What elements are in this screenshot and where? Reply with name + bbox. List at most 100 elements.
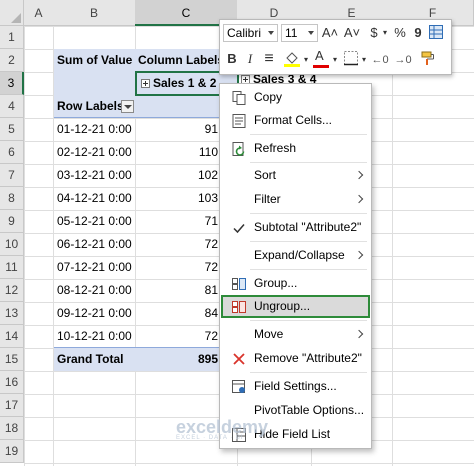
row-label-date[interactable]: 03-12-21 0:00 (57, 168, 132, 182)
chevron-down-icon (268, 31, 274, 35)
row-label-date[interactable]: 10-12-21 0:00 (57, 329, 132, 343)
menu-item-filter[interactable]: Filter (221, 188, 370, 211)
menu-label: Copy (254, 90, 283, 104)
menu-label: Field Settings... (254, 379, 337, 393)
row-header-12[interactable]: 12 (0, 279, 24, 302)
select-all-corner[interactable] (0, 0, 24, 26)
group-icon (232, 278, 246, 290)
row-header-19[interactable]: 19 (0, 440, 24, 463)
menu-item-ungroup[interactable]: Ungroup... (221, 295, 370, 318)
currency-button[interactable]: $ (366, 23, 382, 43)
pivot-value[interactable]: 84 (190, 306, 218, 320)
menu-item-group[interactable]: Group... (221, 272, 370, 295)
row-header-1[interactable]: 1 (0, 26, 24, 49)
row-label-date[interactable]: 07-12-21 0:00 (57, 260, 132, 274)
grand-total-value[interactable]: 895 (190, 352, 218, 366)
table-format-button[interactable] (427, 24, 445, 42)
increase-decimal-icon: ←0 (371, 54, 389, 66)
increase-decimal-button[interactable]: ←0 (369, 50, 391, 70)
close-icon (233, 353, 245, 365)
chevron-down-icon[interactable]: ▾ (302, 50, 310, 70)
menu-item-refresh[interactable]: Refresh (221, 137, 370, 160)
align-button[interactable]: ≡ (260, 49, 278, 69)
chevron-down-icon[interactable]: ▾ (331, 50, 339, 70)
chevron-down-icon[interactable]: ▾ (360, 50, 368, 70)
row-header-10[interactable]: 10 (0, 233, 24, 256)
menu-label: Subtotal "Attribute2" (254, 220, 362, 234)
group-sales-1-2[interactable]: Sales 1 & 2 (141, 76, 216, 90)
pivot-header-rule (54, 117, 238, 118)
pivot-value[interactable]: 91 (190, 122, 218, 136)
row-header-18[interactable]: 18 (0, 417, 24, 440)
row-header-3[interactable]: 3 (0, 72, 24, 95)
grand-total-label: Grand Total (57, 352, 124, 366)
pivot-value[interactable]: 110 (190, 145, 218, 159)
expand-button-icon[interactable] (141, 79, 150, 89)
pivot-value[interactable]: 71 (190, 214, 218, 228)
menu-item-format-cells[interactable]: Format Cells... (221, 109, 370, 132)
pivot-value[interactable]: 103 (190, 191, 218, 205)
row-header-9[interactable]: 9 (0, 210, 24, 233)
row-header-7[interactable]: 7 (0, 164, 24, 187)
row-header-15[interactable]: 15 (0, 348, 24, 371)
pivot-value[interactable]: 102 (190, 168, 218, 182)
menu-item-copy[interactable]: Copy (221, 86, 370, 109)
font-size-box[interactable]: 11 (281, 24, 318, 42)
menu-item-field-settings[interactable]: Field Settings... (221, 375, 370, 398)
menu-item-remove[interactable]: Remove "Attribute2" (221, 347, 370, 370)
menu-item-expand-collapse[interactable]: Expand/Collapse (221, 244, 370, 267)
menu-item-subtotal[interactable]: Subtotal "Attribute2" (221, 216, 370, 239)
borders-button[interactable] (341, 50, 361, 70)
pivot-value[interactable]: 81 (190, 283, 218, 297)
column-header-b[interactable]: B (53, 0, 136, 26)
row-header-4[interactable]: 4 (0, 95, 24, 118)
row-header-5[interactable]: 5 (0, 118, 24, 141)
row-label-date[interactable]: 01-12-21 0:00 (57, 122, 132, 136)
chevron-down-icon[interactable]: ▾ (381, 23, 389, 43)
row-label-date[interactable]: 08-12-21 0:00 (57, 283, 132, 297)
font-name-box[interactable]: Calibri (223, 24, 278, 42)
menu-item-sort[interactable]: Sort (221, 164, 370, 187)
row-label-date[interactable]: 02-12-21 0:00 (57, 145, 132, 159)
row-label-date[interactable]: 09-12-21 0:00 (57, 306, 132, 320)
row-label-date[interactable]: 04-12-21 0:00 (57, 191, 132, 205)
row-header-6[interactable]: 6 (0, 141, 24, 164)
row-header-16[interactable]: 16 (0, 371, 24, 394)
checkmark-icon (233, 224, 245, 234)
comma-style-button[interactable]: 9 (410, 23, 426, 43)
sum-of-value-label: Sum of Value (57, 53, 133, 67)
row-header-17[interactable]: 17 (0, 394, 24, 417)
paint-bucket-icon (284, 52, 300, 67)
decrease-decimal-icon: →0 (394, 54, 412, 66)
pivot-value[interactable]: 72 (190, 260, 218, 274)
menu-item-move[interactable]: Move (221, 323, 370, 346)
ungroup-icon (232, 301, 246, 313)
italic-button[interactable]: I (242, 49, 258, 69)
row-label-date[interactable]: 05-12-21 0:00 (57, 214, 132, 228)
bold-button[interactable]: B (224, 49, 240, 69)
row-header-8[interactable]: 8 (0, 187, 24, 210)
format-painter-button[interactable] (418, 50, 438, 70)
menu-label: Ungroup... (254, 299, 311, 313)
decrease-decimal-button[interactable]: →0 (392, 50, 414, 70)
row-header-2[interactable]: 2 (0, 49, 24, 72)
row-header-14[interactable]: 14 (0, 325, 24, 348)
increase-font-button[interactable]: A˄ (320, 23, 340, 43)
row-labels-filter-icon[interactable] (121, 100, 134, 113)
refresh-icon (232, 142, 245, 156)
mini-toolbar: Calibri 11 A˄ A˅ $ ▾ % 9 B I ≡ ▾ A ▾ ▾ ←… (219, 19, 452, 75)
row-header-11[interactable]: 11 (0, 256, 24, 279)
column-labels-header[interactable]: Column Labels (138, 53, 224, 67)
percent-button[interactable]: % (391, 23, 409, 43)
row-label-date[interactable]: 06-12-21 0:00 (57, 237, 132, 251)
pivot-value[interactable]: 72 (190, 329, 218, 343)
fill-color-button[interactable] (282, 50, 302, 70)
decrease-font-button[interactable]: A˅ (342, 23, 362, 43)
font-color-button[interactable]: A (312, 48, 330, 71)
format-painter-icon (421, 51, 434, 65)
column-header-a[interactable]: A (24, 0, 54, 26)
row-header-13[interactable]: 13 (0, 302, 24, 325)
font-color-bar (313, 65, 329, 68)
pivot-value[interactable]: 72 (190, 237, 218, 251)
copy-icon (232, 91, 246, 105)
